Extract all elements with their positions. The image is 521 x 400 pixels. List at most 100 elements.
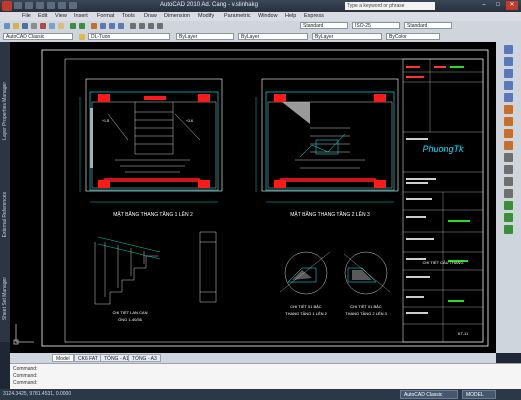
plan-2-title: MẶT BẰNG THANG TẦNG 2 LÊN 3 <box>290 210 370 218</box>
close-button[interactable]: ✕ <box>506 1 518 10</box>
mirror-icon[interactable] <box>504 69 513 78</box>
array-icon[interactable] <box>504 93 513 102</box>
print-icon[interactable] <box>31 23 37 29</box>
break-icon[interactable] <box>504 177 513 186</box>
layer-properties-tab[interactable]: Layer Properties Manager <box>2 82 8 140</box>
pan-icon[interactable] <box>91 23 97 29</box>
command-line[interactable]: Command: Command: Command: <box>10 363 521 390</box>
offset-icon[interactable] <box>504 81 513 90</box>
table-style-combo[interactable]: Standard <box>404 22 452 29</box>
menu-modify[interactable]: Modify <box>198 13 214 19</box>
design-center-icon[interactable] <box>139 23 145 29</box>
explode-icon[interactable] <box>504 225 513 234</box>
step-detail-2 <box>343 251 391 295</box>
coordinate-readout: 3124.3425, 9781.4531, 0.0000 <box>3 391 72 397</box>
app-logo-icon[interactable] <box>2 1 12 11</box>
search-input[interactable]: Type a keyword or phrase <box>345 2 435 10</box>
fillet-icon[interactable] <box>504 213 513 222</box>
properties-icon[interactable] <box>130 23 136 29</box>
menu-edit[interactable]: Edit <box>38 13 47 19</box>
menu-express[interactable]: Express <box>304 13 324 19</box>
erase-icon[interactable] <box>504 45 513 54</box>
paste-icon[interactable] <box>58 23 64 29</box>
menu-draw[interactable]: Draw <box>144 13 157 19</box>
save-icon[interactable] <box>36 2 44 9</box>
maximize-button[interactable]: □ <box>492 1 504 10</box>
layout-tabs: Model CK6 FAT TỔNG - A1 TỔNG - A3 <box>10 353 496 363</box>
menu-insert[interactable]: Insert <box>74 13 88 19</box>
detail-3-title-a: CHI TIẾT 01 BẬC <box>350 304 382 309</box>
step-detail-1 <box>279 251 331 295</box>
zoom-icon[interactable] <box>100 23 106 29</box>
status-bar: 3124.3425, 9781.4531, 0.0000 AutoCAD Cla… <box>0 389 521 400</box>
sheet-set-manager-tab[interactable]: Sheet Set Manager <box>2 277 8 320</box>
layers-toolbar: AutoCAD Classic DL-Tuon ByLayer ByLayer … <box>0 32 521 42</box>
save-disk-icon[interactable] <box>22 23 28 29</box>
menu-tools[interactable]: Tools <box>122 13 135 19</box>
zoom-previous-icon[interactable] <box>118 23 124 29</box>
minimize-button[interactable]: – <box>478 1 490 10</box>
menu-help[interactable]: Help <box>285 13 296 19</box>
svg-text:+1.8: +1.8 <box>102 119 109 123</box>
plot-icon[interactable] <box>69 2 77 9</box>
tool-palettes-icon[interactable] <box>148 23 154 29</box>
tab-ck6-fat[interactable]: CK6 FAT <box>74 354 102 362</box>
text-style-combo[interactable]: Standard <box>300 22 348 29</box>
extend-icon[interactable] <box>504 165 513 174</box>
redo-icon[interactable] <box>58 2 66 9</box>
linetype-combo[interactable]: ByLayer <box>238 33 308 40</box>
calculator-icon[interactable] <box>157 23 163 29</box>
join-icon[interactable] <box>504 189 513 198</box>
menu-view[interactable]: View <box>55 13 67 19</box>
tab-tong-a3[interactable]: TỔNG - A3 <box>128 354 161 362</box>
lineweight-combo[interactable]: ByLayer <box>312 33 382 40</box>
sheet-name: CHI TIẾT CẦU THANG <box>422 260 463 265</box>
chamfer-icon[interactable] <box>504 201 513 210</box>
tab-model[interactable]: Model <box>52 354 74 362</box>
color-combo[interactable]: ByLayer <box>176 33 234 40</box>
plan-1-title: MẶT BẰNG THANG TẦNG 1 LÊN 2 <box>113 210 193 218</box>
stair-plan-2 <box>255 78 399 203</box>
copy-object-icon[interactable] <box>504 57 513 66</box>
svg-text:+3.6: +3.6 <box>186 119 193 123</box>
railing-detail <box>94 231 217 305</box>
workspace-status[interactable]: AutoCAD Classic <box>400 390 458 399</box>
new-drawing-icon[interactable] <box>4 23 10 29</box>
detail-1-title-b: ỐNG 1-40/36 <box>118 317 143 322</box>
quick-access-toolbar <box>14 2 134 10</box>
detail-3-title-b: THANG TẦNG 2 LÊN 3 <box>345 311 387 316</box>
copy-icon[interactable] <box>49 23 55 29</box>
plotstyle-combo[interactable]: ByColor <box>386 33 440 40</box>
workspace-combo[interactable]: AutoCAD Classic <box>3 33 73 40</box>
menu-parametric[interactable]: Parametric <box>224 13 251 19</box>
model-space-status[interactable]: MODEL <box>462 390 496 399</box>
new-icon[interactable] <box>14 2 22 9</box>
menu-window[interactable]: Window <box>258 13 278 19</box>
ucs-icon <box>13 324 34 345</box>
external-references-tab[interactable]: External References <box>2 192 8 237</box>
stair-plan-1: +1.8 +3.6 <box>79 78 223 203</box>
command-history-1: Command: <box>13 366 38 372</box>
drawing-canvas[interactable]: PhuongTk CHI TIẾT CẦU THANG KT-11 +1.8 +… <box>10 42 496 353</box>
detail-1-title-a: CHI TIẾT LAN CAN <box>113 310 148 315</box>
layer-manager-icon[interactable] <box>79 34 85 40</box>
cut-icon[interactable] <box>40 23 46 29</box>
stretch-icon[interactable] <box>504 141 513 150</box>
menu-format[interactable]: Format <box>97 13 114 19</box>
open-icon[interactable] <box>25 2 33 9</box>
dim-style-combo[interactable]: ISO-25 <box>352 22 400 29</box>
zoom-window-icon[interactable] <box>109 23 115 29</box>
trim-icon[interactable] <box>504 153 513 162</box>
layer-combo[interactable]: DL-Tuon <box>88 33 170 40</box>
menu-file[interactable]: File <box>22 13 31 19</box>
undo-icon[interactable] <box>47 2 55 9</box>
scale-icon[interactable] <box>504 129 513 138</box>
rotate-icon[interactable] <box>504 117 513 126</box>
menu-bar: File Edit View Insert Format Tools Draw … <box>0 12 521 21</box>
command-prompt[interactable]: Command: <box>13 380 37 386</box>
open-folder-icon[interactable] <box>13 23 19 29</box>
undo-arrow-icon[interactable] <box>70 23 76 29</box>
redo-arrow-icon[interactable] <box>79 23 85 29</box>
menu-dimension[interactable]: Dimension <box>164 13 190 19</box>
move-icon[interactable] <box>504 105 513 114</box>
